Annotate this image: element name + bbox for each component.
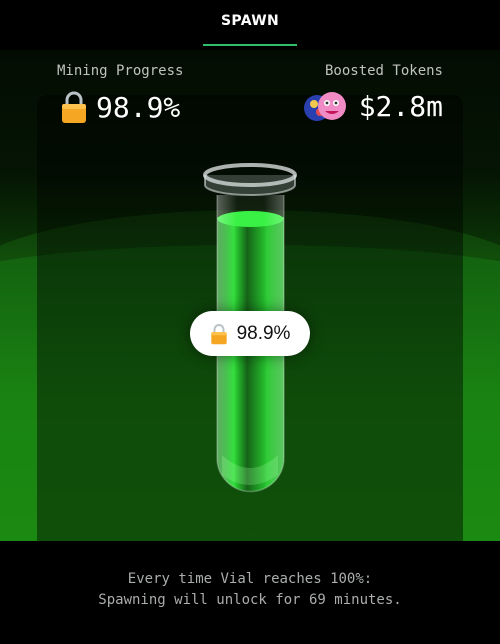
tab-spawn[interactable]: SPAWN (203, 0, 297, 46)
lock-icon (60, 90, 88, 124)
boosted-tokens-value-group: $2.8m (303, 90, 443, 123)
footer-info-line-1: Every time Vial reaches 100%: (127, 571, 373, 587)
header: SPAWN (0, 0, 500, 50)
lock-icon (210, 323, 228, 345)
mining-progress-value: 98.9% (96, 90, 181, 124)
token-avatars-icon (303, 91, 347, 123)
footer-info-line-2: Spawning will unlock for 69 minutes. (98, 592, 402, 608)
boosted-tokens-value: $2.8m (358, 90, 443, 123)
mining-progress-label: Mining Progress (57, 63, 184, 79)
vial-progress-badge-value: 98.9% (236, 322, 291, 344)
boosted-tokens-label: Boosted Tokens (324, 63, 443, 79)
footer: Every time Vial reaches 100%: Spawning w… (0, 541, 500, 644)
vial-progress-badge: 98.9% (190, 311, 310, 356)
mining-progress-value-group: 98.9% (60, 90, 180, 124)
